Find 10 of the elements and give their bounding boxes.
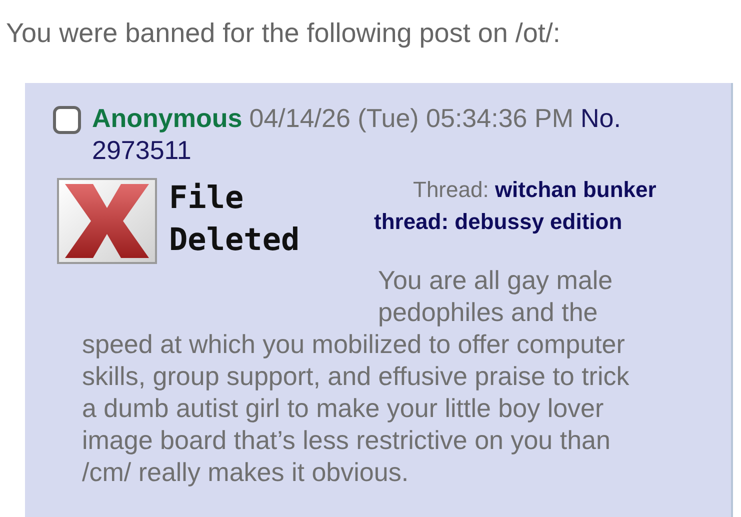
x-icon xyxy=(57,178,157,264)
post-number[interactable]: 2973511 xyxy=(92,134,192,166)
thread-title[interactable]: Thread: witchan bunker thread: debussy edition xyxy=(374,174,694,264)
poster-name: Anonymous xyxy=(92,103,242,133)
file-deleted-label: File Deleted xyxy=(169,179,301,260)
post-message: You are all gay male pedophiles and the speed at which you mobilized to offer computer skills, group support, and effusive praise to trick a dumb autist girl to make your little boy lover image board that’s less restrictive on you than /cm/ really makes it obvious. xyxy=(82,264,630,488)
ban-notice: You were banned for the following post on /ot/: xyxy=(5,17,562,49)
select-checkbox[interactable] xyxy=(53,106,81,134)
post-date: 04/14/26 (Tue) 05:34:36 PM xyxy=(249,103,574,133)
post-number-label[interactable]: No. xyxy=(580,103,621,133)
